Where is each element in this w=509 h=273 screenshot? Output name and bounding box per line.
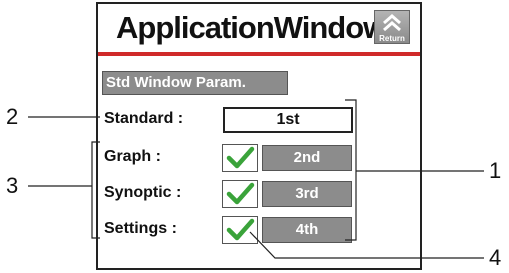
callout-3: 3 <box>6 173 19 198</box>
callout-lines <box>28 99 484 259</box>
callout-4: 4 <box>489 245 502 270</box>
callout-1: 1 <box>489 158 502 183</box>
callout-2: 2 <box>6 104 19 129</box>
